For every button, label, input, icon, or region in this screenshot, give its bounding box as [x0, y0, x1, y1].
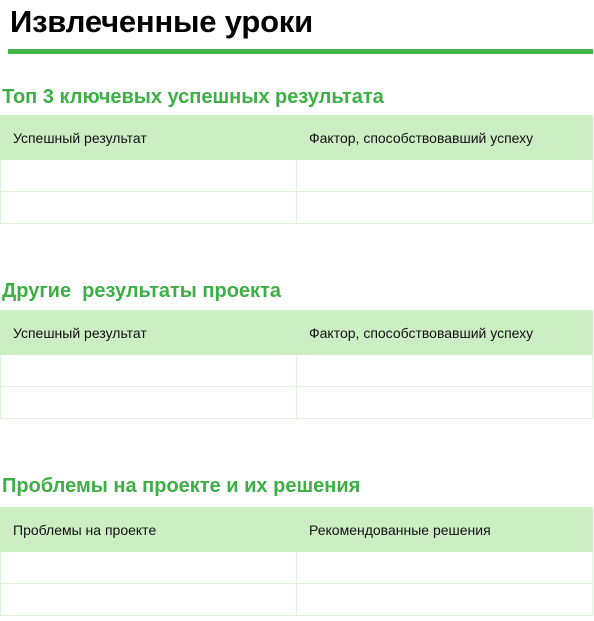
- table-cell-editable[interactable]: [0, 354, 297, 387]
- table-cell-editable[interactable]: [296, 583, 593, 616]
- table-row: [0, 191, 593, 224]
- table-row: [0, 551, 593, 584]
- section-heading-problems-solutions: Проблемы на проекте и их решения: [2, 475, 361, 497]
- title-divider: [8, 49, 593, 54]
- table-row: [0, 386, 593, 419]
- column-header-solutions: Рекомендованные решения: [296, 507, 593, 552]
- table-row: [0, 159, 593, 192]
- table-problems-solutions: Проблемы на проекте Рекомендованные реше…: [0, 507, 593, 616]
- table-cell-editable[interactable]: [0, 386, 297, 419]
- column-header-success-factor: Фактор, способствовавший успеху: [296, 310, 593, 355]
- section-heading-top-results: Топ 3 ключевых успешных результата: [2, 86, 384, 108]
- table-row: [0, 583, 593, 616]
- table-header-row: Проблемы на проекте Рекомендованные реше…: [0, 507, 593, 552]
- table-other-results: Успешный результат Фактор, способствовав…: [0, 310, 593, 419]
- column-header-success-result: Успешный результат: [0, 310, 297, 355]
- table-header-row: Успешный результат Фактор, способствовав…: [0, 310, 593, 355]
- table-row: [0, 354, 593, 387]
- table-cell-editable[interactable]: [0, 159, 297, 192]
- column-header-success-result: Успешный результат: [0, 115, 297, 160]
- table-cell-editable[interactable]: [0, 551, 297, 584]
- column-header-problems: Проблемы на проекте: [0, 507, 297, 552]
- table-cell-editable[interactable]: [296, 551, 593, 584]
- table-cell-editable[interactable]: [296, 354, 593, 387]
- section-heading-other-results: Другие результаты проекта: [2, 280, 281, 302]
- table-cell-editable[interactable]: [0, 191, 297, 224]
- table-cell-editable[interactable]: [296, 386, 593, 419]
- table-cell-editable[interactable]: [296, 191, 593, 224]
- table-cell-editable[interactable]: [296, 159, 593, 192]
- table-cell-editable[interactable]: [0, 583, 297, 616]
- page-title: Извлеченные уроки: [10, 4, 313, 39]
- table-top-results: Успешный результат Фактор, способствовав…: [0, 115, 593, 224]
- column-header-success-factor: Фактор, способствовавший успеху: [296, 115, 593, 160]
- table-header-row: Успешный результат Фактор, способствовав…: [0, 115, 593, 160]
